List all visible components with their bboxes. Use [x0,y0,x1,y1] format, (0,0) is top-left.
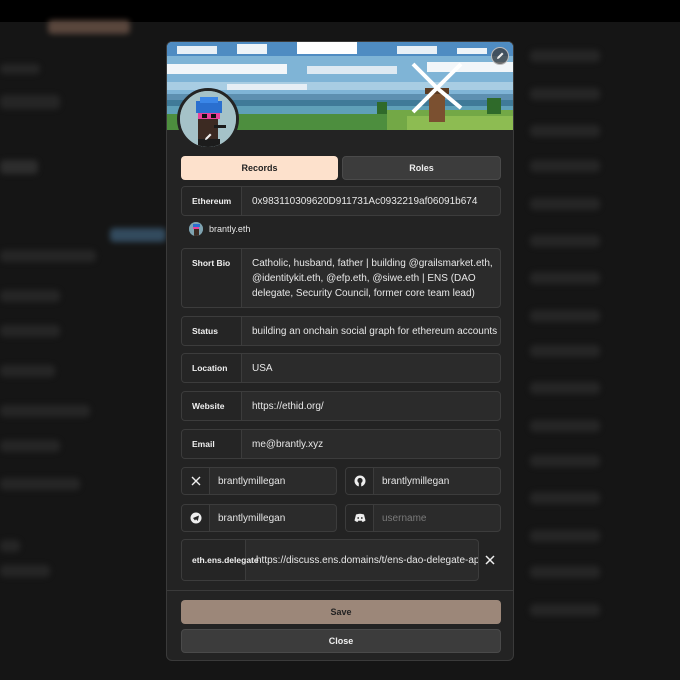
blurred-text [0,95,60,109]
ens-name-row: brantly.eth [189,222,250,236]
field-label: Website [182,392,242,420]
blurred-badge [110,228,166,242]
blurred-button [48,20,130,34]
blurred-list-item [530,345,600,357]
blurred-text [0,478,80,490]
ethereum-address-field[interactable]: Ethereum 0x983110309620D911731Ac0932219a… [181,186,501,216]
field-label: Location [182,354,242,382]
edit-profile-modal: Records Roles Ethereum 0x983110309620D91… [166,41,514,661]
x-icon [182,468,210,494]
blurred-list-item [530,235,600,247]
discord-handle-placeholder[interactable]: username [374,505,500,531]
custom-record-key[interactable]: eth.ens.delegate [182,540,259,580]
tab-bar: Records Roles [181,156,501,180]
telegram-icon [182,505,210,531]
divider [167,590,513,591]
field-label: Status [182,317,242,345]
x-handle-value[interactable]: brantlymillegan [210,468,336,494]
field-value[interactable]: Catholic, husband, father | building @gr… [242,249,500,307]
website-field[interactable]: Website https://ethid.org/ [181,391,501,421]
blurred-list-item [530,530,600,542]
edit-avatar-button[interactable] [203,129,213,147]
edit-banner-button[interactable] [491,47,509,65]
top-bar [0,0,680,22]
blurred-text [0,64,40,74]
ens-name: brantly.eth [209,224,251,234]
blurred-list-item [530,310,600,322]
blurred-list-item [530,382,600,394]
field-label: Ethereum [182,187,242,215]
short-bio-field[interactable]: Short Bio Catholic, husband, father | bu… [181,248,501,308]
blurred-text [0,325,60,337]
blurred-text [0,405,90,417]
save-button[interactable]: Save [181,600,501,624]
remove-record-button[interactable] [483,550,497,570]
custom-record-value[interactable]: https://discuss.ens.domains/t/ens-dao-de… [246,540,478,580]
email-field[interactable]: Email me@brantly.xyz [181,429,501,459]
blurred-list-item [530,50,600,62]
blurred-list-item [530,492,600,504]
field-value[interactable]: 0x983110309620D911731Ac0932219af06091b67… [242,187,500,215]
close-icon [485,555,495,565]
telegram-handle-field[interactable]: brantlymillegan [181,504,337,532]
field-label: Short Bio [182,249,242,307]
github-handle-field[interactable]: brantlymillegan [345,467,501,495]
pencil-icon [205,133,212,140]
blurred-text [0,440,60,452]
field-value[interactable]: me@brantly.xyz [242,430,500,458]
blurred-list-item [530,272,600,284]
blurred-list-item [530,198,600,210]
field-value[interactable]: building an onchain social graph for eth… [242,317,500,345]
custom-record-field[interactable]: eth.ens.delegate https://discuss.ens.dom… [181,539,479,581]
field-value[interactable]: https://ethid.org/ [242,392,500,420]
field-value[interactable]: USA [242,354,500,382]
blurred-text [0,290,60,302]
blurred-list-item [530,160,600,172]
pencil-icon [497,52,504,59]
discord-handle-field[interactable]: username [345,504,501,532]
blurred-text [0,250,96,262]
status-field[interactable]: Status building an onchain social graph … [181,316,501,346]
blurred-list-item [530,420,600,432]
field-label: Email [182,430,242,458]
location-field[interactable]: Location USA [181,353,501,383]
blurred-text [0,160,38,174]
tab-records[interactable]: Records [181,156,338,180]
telegram-handle-value[interactable]: brantlymillegan [210,505,336,531]
ens-avatar-icon [189,222,203,236]
tab-roles[interactable]: Roles [342,156,501,180]
discord-icon [346,505,374,531]
blurred-list-item [530,604,600,616]
x-handle-field[interactable]: brantlymillegan [181,467,337,495]
profile-avatar[interactable] [177,88,239,150]
close-button[interactable]: Close [181,629,501,653]
github-icon [346,468,374,494]
blurred-list-item [530,566,600,578]
blurred-list-item [530,88,600,100]
github-handle-value[interactable]: brantlymillegan [374,468,500,494]
blurred-text [0,565,50,577]
blurred-text [0,365,55,377]
blurred-list-item [530,455,600,467]
blurred-text [0,540,20,552]
blurred-list-item [530,125,600,137]
